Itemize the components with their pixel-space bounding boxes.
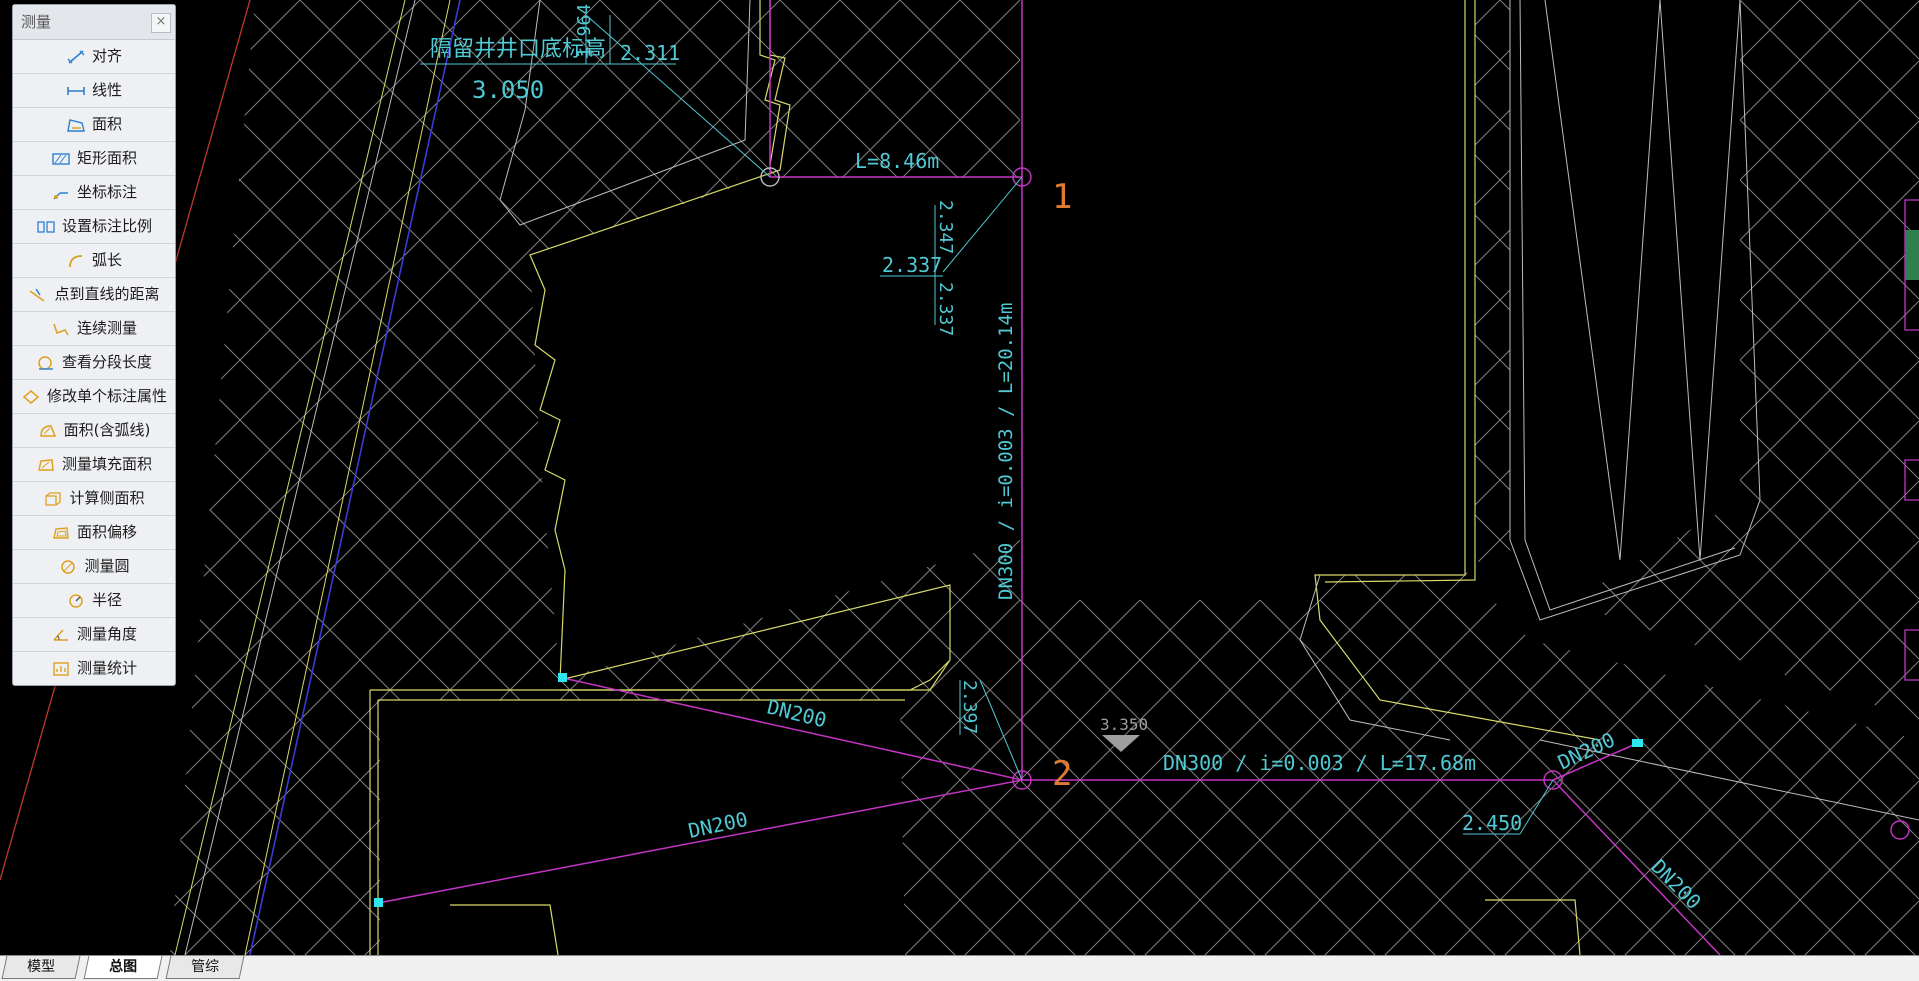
palette-item-label: 测量填充面积	[61, 455, 152, 473]
palette-item-side-area[interactable]: 计算侧面积	[13, 482, 175, 516]
palette-item-scale[interactable]: 设置标注比例	[13, 210, 175, 244]
palette-item-segment-length[interactable]: 查看分段长度	[13, 346, 175, 380]
tab-model[interactable]: 模型	[1, 956, 81, 979]
measure-palette: 测量 × 对齐线性面积矩形面积坐标标注设置标注比例 弧长点到直线的距离 连续测量查看…	[12, 4, 176, 686]
palette-item-area[interactable]: 面积	[13, 108, 175, 142]
point-line-distance-icon	[30, 288, 45, 302]
palette-item-label: 测量统计	[76, 659, 137, 677]
palette-item-angle[interactable]: 测量角度	[13, 618, 175, 652]
arc-length-icon	[69, 254, 83, 267]
palette-items: 对齐线性面积矩形面积坐标标注设置标注比例 弧长点到直线的距离 连续测量查看分段长度修…	[13, 40, 175, 685]
level-2397: 2.397	[959, 680, 980, 734]
level-2337-a: 2.337	[882, 253, 942, 277]
palette-item-label: 弧长	[91, 251, 122, 269]
linear-measure-icon	[67, 86, 85, 95]
palette-item-label: 设置标注比例	[61, 217, 152, 235]
level-1964: 1.964	[574, 4, 595, 58]
palette-item-arc-length[interactable]: 弧长	[13, 244, 175, 278]
pipe-vertical-label: DN300 / i=0.003 / L=20.14m	[995, 303, 1017, 600]
side-area-icon	[45, 491, 62, 506]
palette-item-coordinate[interactable]: 坐标标注	[13, 176, 175, 210]
palette-item-label: 测量角度	[76, 625, 137, 643]
palette-item-label: 连续测量	[76, 319, 137, 337]
radius-icon	[69, 593, 83, 608]
spot-level: 3.350	[1100, 715, 1148, 734]
palette-item-edit-dimension[interactable]: 修改单个标注属性	[13, 380, 175, 414]
scale-icon	[37, 220, 55, 233]
level-2347: 2.347	[935, 200, 956, 254]
circle-measure-icon	[61, 559, 76, 574]
palette-item-circle-measure[interactable]: 测量圆	[13, 550, 175, 584]
palette-item-linear-measure[interactable]: 线性	[13, 74, 175, 108]
cad-drawing-canvas[interactable]: 隔留井井口底标高 3.050 2.311 1.964 L=8.46m 2.347…	[0, 0, 1919, 955]
palette-title-bar[interactable]: 测量 ×	[13, 5, 175, 40]
align-measure-icon	[67, 49, 85, 64]
palette-item-label: 对齐	[91, 47, 122, 65]
palette-item-rect-area[interactable]: 矩形面积	[13, 142, 175, 176]
tab-pipe-coordination[interactable]: 管综	[165, 956, 245, 979]
palette-item-label: 面积(含弧线)	[63, 421, 151, 439]
area-icon	[67, 118, 85, 132]
layout-tab-bar: 模型 总图 管综	[0, 955, 1919, 981]
palette-item-area-offset[interactable]: 面积偏移	[13, 516, 175, 550]
sump-level: 3.050	[472, 76, 544, 104]
continuous-measure-icon	[53, 323, 69, 335]
palette-item-label: 面积	[91, 115, 122, 133]
arc-area-icon	[39, 424, 56, 437]
rect-area-icon	[52, 152, 70, 165]
palette-title: 测量	[21, 13, 52, 31]
palette-item-hatch-area[interactable]: 测量填充面积	[13, 448, 175, 482]
palette-item-label: 计算侧面积	[69, 489, 145, 507]
node-2-label: 2	[1052, 754, 1072, 794]
pipe-horizontal-label: DN300 / i=0.003 / L=17.68m	[1163, 751, 1476, 775]
palette-item-label: 面积偏移	[76, 523, 137, 541]
segment-length-icon	[38, 355, 53, 370]
palette-item-statistics[interactable]: 测量统计	[13, 652, 175, 685]
level-2311: 2.311	[620, 41, 680, 65]
palette-item-arc-area[interactable]: 面积(含弧线)	[13, 414, 175, 448]
palette-item-continuous-measure[interactable]: 连续测量	[13, 312, 175, 346]
palette-item-label: 测量圆	[84, 557, 130, 575]
node-1-label: 1	[1052, 177, 1072, 217]
coordinate-icon	[53, 191, 68, 200]
palette-item-point-line-distance[interactable]: 点到直线的距离	[13, 278, 175, 312]
hatch-area-icon	[38, 458, 54, 471]
edit-dimension-icon	[22, 389, 40, 404]
area-offset-icon	[53, 526, 69, 539]
palette-item-label: 修改单个标注属性	[46, 387, 167, 405]
palette-item-align-measure[interactable]: 对齐	[13, 40, 175, 74]
palette-item-label: 坐标标注	[76, 183, 137, 201]
level-2450: 2.450	[1462, 811, 1522, 835]
close-icon[interactable]: ×	[151, 13, 171, 33]
palette-item-label: 查看分段长度	[61, 353, 152, 371]
palette-item-label: 半径	[91, 591, 122, 609]
palette-item-label: 线性	[91, 81, 122, 99]
palette-item-label: 矩形面积	[76, 149, 137, 167]
palette-item-radius[interactable]: 半径	[13, 584, 175, 618]
level-2337-b: 2.337	[935, 282, 956, 336]
angle-icon	[53, 628, 68, 641]
tab-site-plan[interactable]: 总图	[83, 956, 163, 979]
palette-item-label: 点到直线的距离	[54, 285, 160, 303]
pipe-length-top: L=8.46m	[855, 149, 939, 173]
statistics-icon	[53, 661, 69, 676]
